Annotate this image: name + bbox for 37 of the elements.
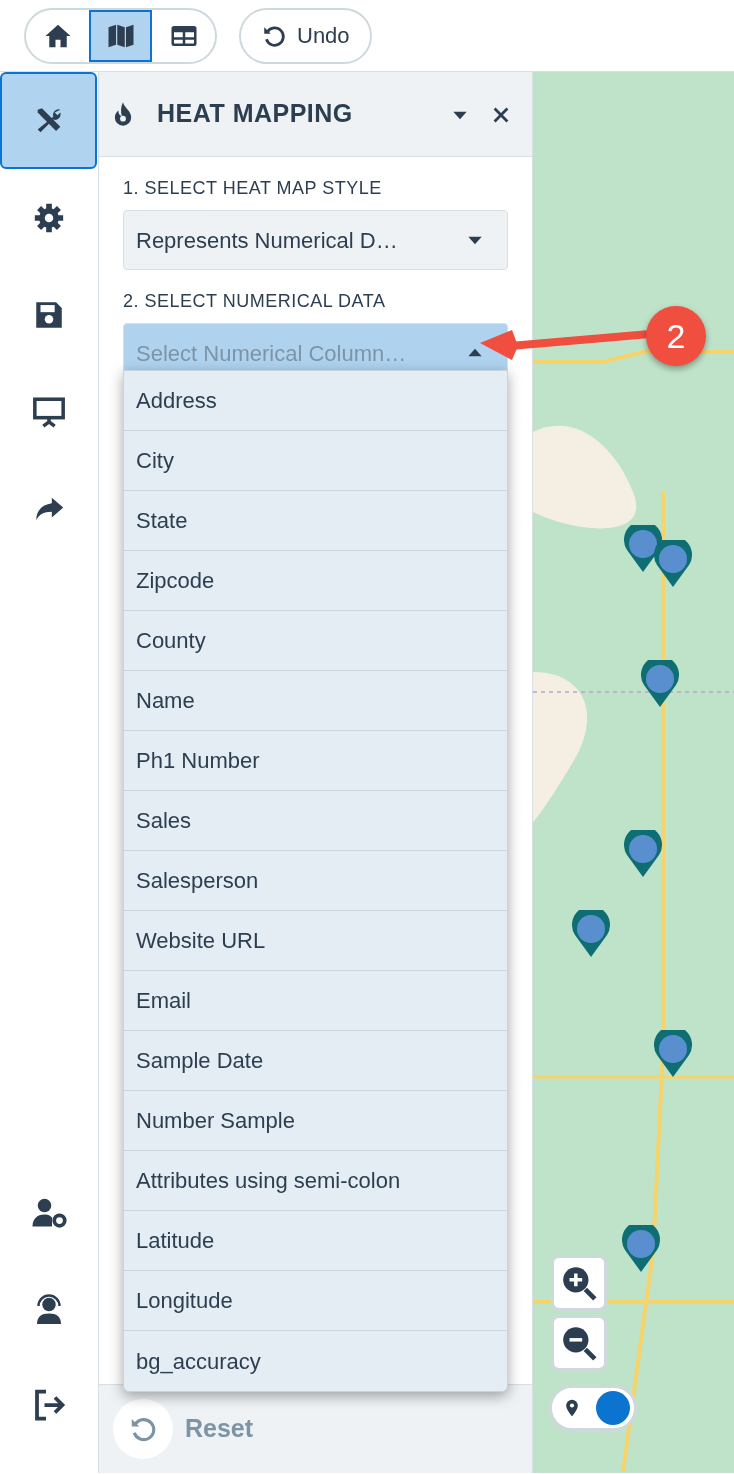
reset-label: Reset [185,1413,254,1445]
zoom-in-button[interactable] [551,1255,607,1311]
dropdown-option[interactable]: Website URL [124,911,507,971]
map-view-button[interactable] [89,9,152,62]
dropdown-option[interactable]: Ph1 Number [124,731,507,791]
dropdown-option[interactable]: Email [124,971,507,1031]
map-pin-icon[interactable] [572,910,610,958]
map-pin-icon[interactable] [641,660,679,708]
map-pin-icon[interactable] [624,830,662,878]
field-label: 2. SELECT NUMERICAL DATA [123,290,387,313]
field-label: 1. SELECT HEAT MAP STYLE [123,177,383,200]
dropdown-option[interactable]: State [124,491,507,551]
zoom-out-button[interactable] [551,1315,607,1371]
dropdown-option[interactable]: Sample Date [124,1031,507,1091]
zoom-out-icon [560,1324,598,1362]
dropdown-option[interactable]: Longitude [124,1271,507,1331]
presentation-icon [31,394,66,429]
dropdown-option[interactable]: Number Sample [124,1091,507,1151]
dropdown-option[interactable]: Latitude [124,1211,507,1271]
dropdown-option[interactable]: bg_accuracy [124,1331,507,1391]
dropdown-option[interactable]: Zipcode [124,551,507,611]
style-select[interactable]: Represents Numerical D… [123,210,508,270]
undo-button[interactable]: Undo [239,7,372,64]
map-pin-icon[interactable] [654,540,692,588]
tools-sidebar-button[interactable] [0,72,97,169]
location-toggle[interactable] [549,1385,637,1431]
dropdown-option[interactable]: Address [124,371,507,431]
dropdown-option[interactable]: Salesperson [124,851,507,911]
dropdown-option[interactable]: Name [124,671,507,731]
dropdown-option[interactable]: Attributes using semi-colon [124,1151,507,1211]
dropdown-option[interactable]: Sales [124,791,507,851]
dropdown-option[interactable]: City [124,431,507,491]
map-pin-icon[interactable] [654,1030,692,1078]
panel-title: HEAT MAPPING [157,98,354,130]
dropdown-option[interactable]: County [124,611,507,671]
zoom-in-icon [560,1264,598,1302]
map-pin-icon[interactable] [622,1225,660,1273]
